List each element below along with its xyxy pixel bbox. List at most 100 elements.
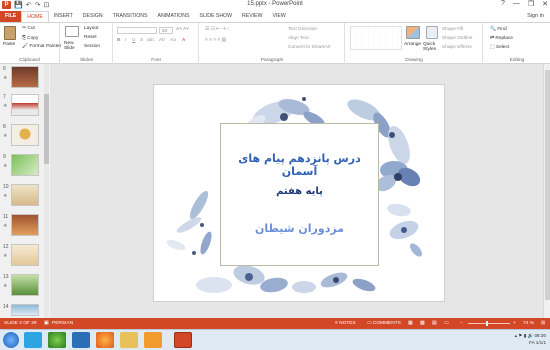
slide-counter: SLIDE 2 OF 29	[4, 321, 37, 326]
close-button[interactable]: ✕	[542, 0, 548, 8]
quick-styles-icon[interactable]	[426, 26, 438, 39]
layout-button[interactable]: Layout	[84, 26, 98, 31]
tab-slide-show[interactable]: SLIDE SHOW	[194, 11, 237, 22]
font-color-button[interactable]: A	[182, 38, 185, 43]
tab-design[interactable]: DESIGN	[78, 11, 108, 22]
slide-thumbnail[interactable]: 8 ★	[0, 124, 44, 151]
italic-button[interactable]: I	[125, 38, 126, 43]
current-slide[interactable]: درس پانزدهم پیام های آسمان پایه هفتم مزد…	[153, 84, 445, 302]
main-scroll-thumb[interactable]	[545, 70, 550, 300]
zoom-level[interactable]: 74 %	[523, 318, 534, 329]
slide-thumbnail[interactable]: 11 ★	[0, 214, 44, 241]
quick-styles-button[interactable]: Quick Styles	[423, 42, 439, 52]
start-slideshow-icon[interactable]: ⊡	[43, 1, 49, 9]
copy-button[interactable]: ⎘ Copy	[22, 35, 38, 41]
restore-button[interactable]: ❐	[528, 0, 534, 8]
arrange-button[interactable]: Arrange	[404, 42, 421, 47]
slide-sorter-icon[interactable]: ▩	[420, 318, 425, 329]
slide-lesson-name: مزدوران شیطان	[255, 222, 344, 235]
arrange-icon[interactable]	[406, 26, 420, 39]
section-button[interactable]: Section	[84, 44, 100, 49]
slide-thumbnail[interactable]: 12 ★	[0, 244, 44, 271]
clipboard-group-label: Clipboard	[19, 58, 40, 63]
thumbnail-image	[11, 274, 39, 296]
normal-view-icon[interactable]: ▦	[408, 318, 413, 329]
font-name-select[interactable]	[117, 27, 157, 34]
tab-home[interactable]: HOME	[21, 11, 49, 22]
format-painter-button[interactable]: 🖌 Format Painter	[22, 44, 61, 49]
new-slide-icon[interactable]	[65, 26, 79, 37]
convert-smartart-button[interactable]: Convert to SmartArt	[288, 45, 330, 50]
help-button[interactable]: ?	[501, 0, 505, 8]
font-size-select[interactable]: 24	[159, 27, 173, 34]
tab-review[interactable]: REVIEW	[237, 11, 267, 22]
character-spacing-button[interactable]: AV	[159, 38, 165, 43]
slide-thumbnail[interactable]: 6 ★	[0, 66, 44, 93]
tab-file[interactable]: FILE	[0, 11, 22, 22]
keyboard-language[interactable]: FA	[529, 340, 534, 345]
paste-button[interactable]: Paste	[3, 42, 15, 47]
new-slide-button[interactable]: New Slide	[64, 41, 84, 51]
powerpoint-task-icon[interactable]	[174, 332, 192, 348]
animation-star-icon: ★	[3, 253, 8, 259]
tab-animations[interactable]: ANIMATIONS	[153, 11, 195, 22]
proofing-icon[interactable]: ▣	[44, 318, 49, 329]
firefox-icon[interactable]	[96, 332, 114, 348]
redo-icon[interactable]: ↷	[35, 1, 41, 9]
shapes-gallery[interactable]	[350, 26, 402, 50]
underline-button[interactable]: U	[132, 38, 135, 43]
minimize-button[interactable]: —	[513, 0, 520, 8]
tray-icons[interactable]: ▴ ⚑ ▮ 🔊 08:30	[515, 332, 546, 339]
align-text-button[interactable]: Align Text	[288, 36, 309, 41]
shape-effects-button[interactable]: Shape Effects	[442, 45, 472, 50]
shadow-button[interactable]: abc	[147, 38, 155, 43]
text-direction-button[interactable]: Text Direction	[288, 27, 317, 32]
undo-icon[interactable]: ↶	[26, 1, 32, 9]
shape-outline-button[interactable]: Shape Outline	[442, 36, 472, 41]
shape-fill-button[interactable]: Shape Fill	[442, 27, 463, 32]
browser-icon[interactable]	[48, 332, 66, 348]
internet-explorer-icon[interactable]	[72, 332, 90, 348]
slide-thumbnail[interactable]: 13 ★	[0, 274, 44, 301]
replace-button[interactable]: ⇄ Replace	[490, 36, 513, 41]
align-icon[interactable]: ≡ ≡ ≡ ≡ ▤	[205, 38, 226, 43]
media-player-icon[interactable]	[144, 332, 162, 348]
start-button[interactable]	[3, 332, 19, 348]
telegram-icon[interactable]	[24, 332, 42, 348]
file-explorer-icon[interactable]	[120, 332, 138, 348]
thumbnail-number: 13	[3, 274, 9, 280]
find-button[interactable]: 🔍 Find	[490, 27, 507, 32]
change-case-button[interactable]: Aa	[170, 38, 176, 43]
save-icon[interactable]: 💾	[14, 1, 23, 9]
slideshow-view-icon[interactable]: ▭	[444, 318, 449, 329]
strikethrough-button[interactable]: S	[140, 38, 143, 43]
slide-thumbnail[interactable]: 10 ★	[0, 184, 44, 211]
tab-insert[interactable]: INSERT	[49, 11, 78, 22]
title-placeholder[interactable]: درس پانزدهم پیام های آسمان پایه هفتم مزد…	[220, 123, 379, 266]
paste-icon[interactable]	[4, 26, 16, 40]
tab-view[interactable]: VIEW	[267, 11, 290, 22]
reset-button[interactable]: Reset	[84, 35, 97, 40]
main-vertical-scrollbar[interactable]	[543, 64, 550, 318]
slide-thumbnail[interactable]: 7 ★	[0, 94, 44, 121]
bold-button[interactable]: B	[117, 38, 120, 43]
comments-button[interactable]: ▭ COMMENTS	[367, 318, 401, 329]
thumbnail-scrollbar[interactable]	[44, 64, 49, 318]
slide-thumbnail[interactable]: 14	[0, 304, 44, 318]
bullets-icon[interactable]: ☰ ☷ ⇤ ⇥ ↕	[205, 27, 229, 32]
thumbnail-scroll-thumb[interactable]	[44, 94, 49, 164]
notes-button[interactable]: ≡ NOTES	[335, 318, 356, 329]
zoom-slider[interactable]	[468, 323, 510, 324]
zoom-slider-knob[interactable]	[485, 321, 488, 326]
cut-button[interactable]: ✂ Cut	[22, 26, 35, 31]
fit-slide-icon[interactable]: ⊞	[541, 318, 545, 329]
zoom-in-button[interactable]: +	[513, 318, 516, 329]
slide-thumbnail[interactable]: 9 ★	[0, 154, 44, 181]
grow-font-icon[interactable]: A˄ A˅	[176, 27, 189, 32]
language-indicator[interactable]: PERSIAN	[52, 318, 73, 329]
reading-view-icon[interactable]: ▤	[432, 318, 437, 329]
tab-transitions[interactable]: TRANSITIONS	[108, 11, 153, 22]
zoom-out-button[interactable]: −	[460, 318, 463, 329]
select-button[interactable]: ⬚ Select	[490, 45, 509, 50]
sign-in-link[interactable]: Sign in	[527, 11, 550, 22]
